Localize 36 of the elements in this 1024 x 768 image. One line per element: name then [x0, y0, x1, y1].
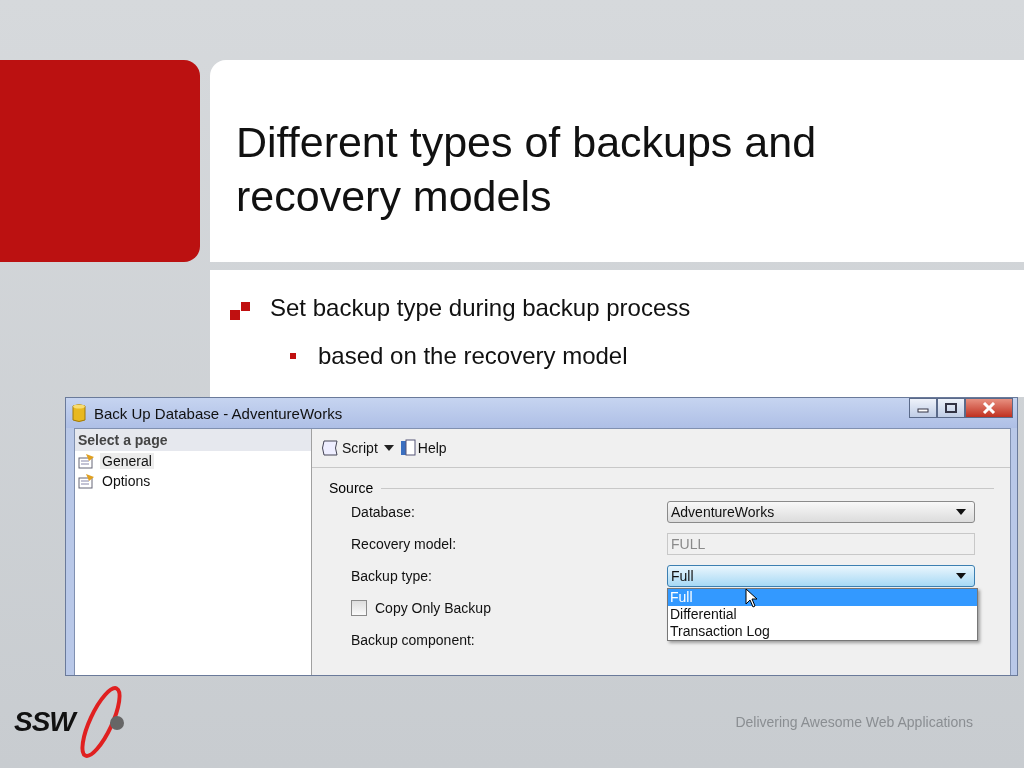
caret-icon: [956, 509, 966, 515]
dropdown-field[interactable]: AdventureWorks: [667, 501, 975, 523]
field-label: Recovery model:: [351, 536, 458, 552]
bullet-text: Set backup type during backup process: [270, 294, 691, 322]
page-list-header: Select a page: [75, 429, 311, 451]
close-icon: [982, 402, 996, 414]
bullet-icon: [290, 353, 296, 359]
window-title: Back Up Database - AdventureWorks: [94, 404, 343, 422]
dropdown-option[interactable]: Transaction Log: [668, 623, 977, 640]
slide-title: Different types of backups and recovery models: [236, 117, 818, 222]
close-button[interactable]: [965, 398, 1013, 418]
dropdown-field[interactable]: Full: [667, 565, 975, 587]
checkbox-label: Copy Only Backup: [375, 600, 491, 616]
field-label: Backup type:: [351, 568, 433, 584]
book-icon: [399, 439, 416, 457]
caret-icon: [956, 573, 966, 579]
field-label: Database:: [351, 504, 416, 520]
minimize-button[interactable]: [909, 398, 937, 418]
page-icon: [78, 473, 96, 489]
checkbox[interactable]: [351, 600, 367, 616]
help-button[interactable]: Help: [399, 439, 447, 457]
page-item[interactable]: General: [100, 453, 154, 469]
maximize-icon: [945, 403, 957, 413]
dropdown-option[interactable]: Differential: [668, 606, 977, 623]
bullet-text: based on the recovery model: [318, 342, 628, 370]
script-button[interactable]: Script: [320, 439, 378, 457]
page-item[interactable]: Options: [100, 473, 153, 489]
scroll-icon: [320, 439, 340, 457]
database-icon: [72, 403, 86, 423]
tagline: Delivering Awesome Web Applications: [735, 714, 973, 730]
caret-icon[interactable]: [383, 445, 394, 451]
bullet-icon: [230, 302, 252, 320]
maximize-button[interactable]: [937, 398, 965, 418]
page-icon: [78, 453, 96, 469]
section-label: Source: [329, 480, 374, 496]
field-label: Backup component:: [351, 632, 476, 648]
